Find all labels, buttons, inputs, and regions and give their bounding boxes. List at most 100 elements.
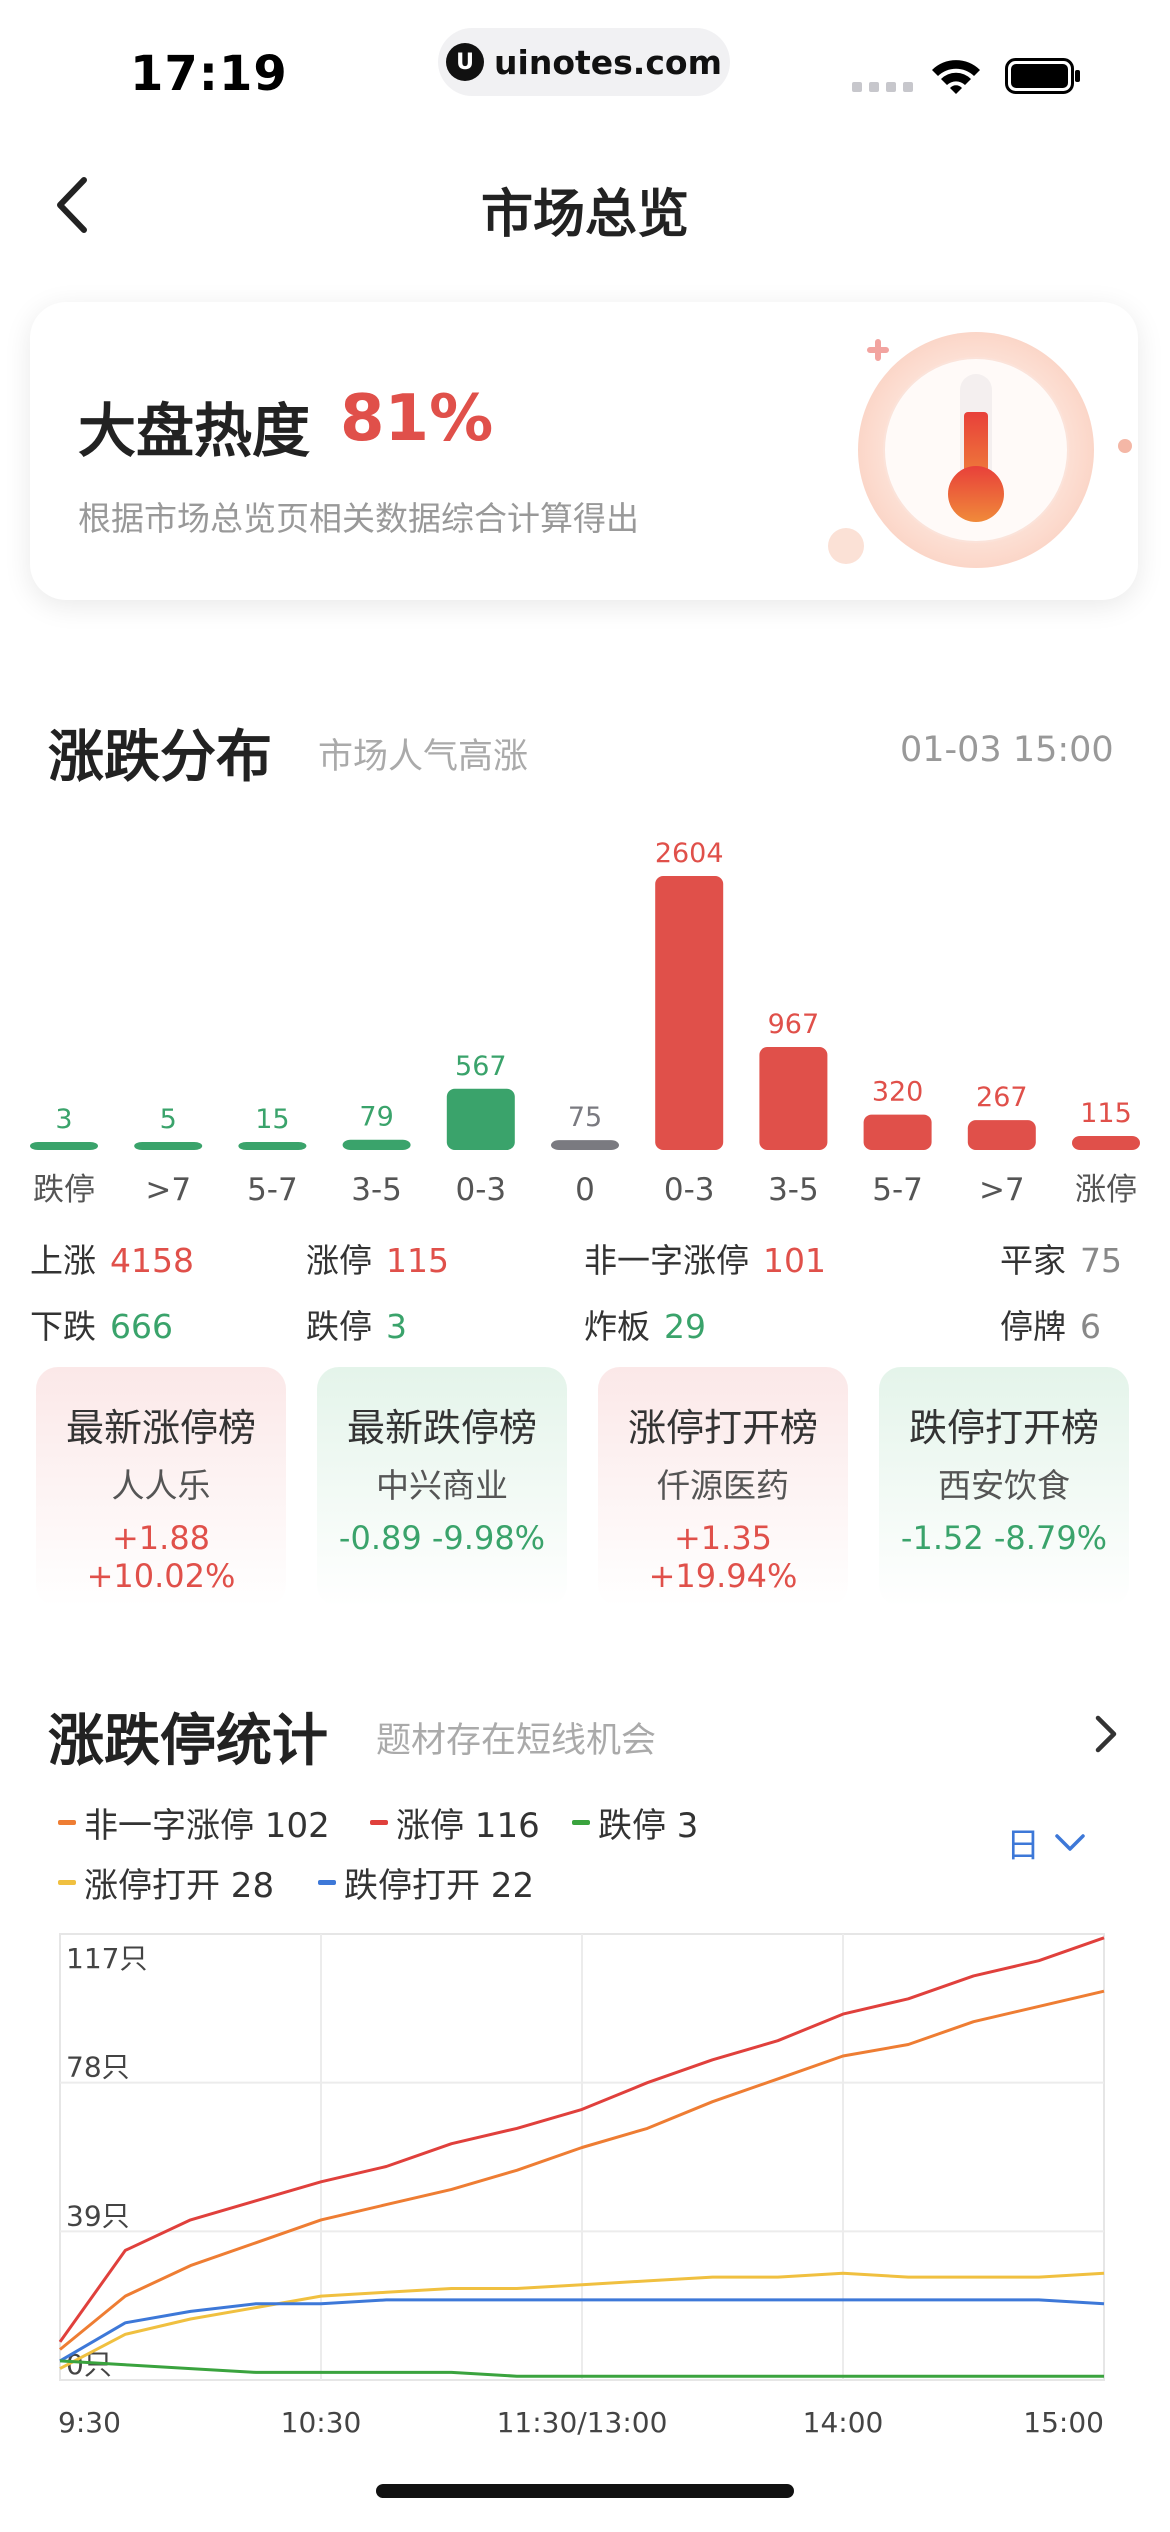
y-axis-tick-label: 39只 bbox=[66, 2199, 130, 2232]
distribution-bar-value: 567 bbox=[455, 1051, 507, 1082]
y-axis-tick-label: 117只 bbox=[66, 1942, 147, 1975]
heat-value: 81% bbox=[340, 382, 494, 456]
rank-card-change: +1.88 +10.02% bbox=[86, 1519, 236, 1595]
suspended-value: 6 bbox=[1080, 1307, 1101, 1346]
distribution-bar bbox=[1072, 1135, 1140, 1150]
distribution-category-label: 0 bbox=[575, 1172, 595, 1208]
distribution-bar-value: 3 bbox=[55, 1104, 72, 1135]
distribution-bar bbox=[134, 1142, 203, 1150]
distribution-bar bbox=[342, 1139, 411, 1150]
distribution-bar-value: 15 bbox=[255, 1104, 289, 1135]
limit-up-label: 涨停 bbox=[306, 1241, 372, 1280]
legend-label: 涨停 116 bbox=[396, 1806, 540, 1846]
fall-label: 下跌 bbox=[30, 1307, 96, 1346]
market-heat-card[interactable]: 大盘热度 81% 根据市场总览页相关数据综合计算得出 bbox=[30, 302, 1138, 600]
fall-value: 666 bbox=[110, 1307, 173, 1346]
distribution-bar bbox=[655, 876, 724, 1150]
distribution-time: 01-03 15:00 bbox=[900, 730, 1114, 770]
limit-down-label: 跌停 bbox=[306, 1307, 372, 1346]
period-selector[interactable]: 日 bbox=[1006, 1818, 1086, 1867]
distribution-category-label: 5-7 bbox=[872, 1172, 923, 1208]
distribution-subtitle: 市场人气高涨 bbox=[318, 737, 529, 777]
rank-card-change: -0.89 -9.98% bbox=[338, 1519, 546, 1557]
home-indicator bbox=[376, 2484, 794, 2498]
distribution-category-label: 0-3 bbox=[455, 1172, 506, 1208]
distribution-bar bbox=[759, 1046, 828, 1150]
rank-card-limit-up[interactable]: 最新涨停榜 人人乐 +1.88 +10.02% bbox=[36, 1367, 286, 1607]
broken-value: 29 bbox=[664, 1307, 706, 1346]
distribution-bar bbox=[238, 1142, 307, 1150]
distribution-bar bbox=[863, 1114, 932, 1150]
rank-card-stock: 中兴商业 bbox=[376, 1466, 508, 1505]
nav-bar: 市场总览 bbox=[0, 150, 1170, 260]
distribution-bar-value: 115 bbox=[1080, 1098, 1132, 1129]
page-title: 市场总览 bbox=[480, 185, 689, 245]
status-time: 17:19 bbox=[130, 46, 288, 102]
legend-swatch bbox=[58, 1820, 76, 1825]
limit-down-stat: 跌停 3 bbox=[306, 1300, 407, 1348]
legend-item[interactable]: 非一字涨停 102 bbox=[58, 1798, 330, 1847]
rank-card-change: +1.35 +19.94% bbox=[648, 1519, 798, 1595]
x-axis-tick-label: 11:30/13:00 bbox=[497, 2406, 668, 2439]
legend-swatch bbox=[572, 1820, 590, 1825]
distribution-bar-value: 79 bbox=[359, 1102, 393, 1133]
url-pill[interactable]: U uinotes.com bbox=[438, 28, 730, 96]
distribution-category-label: 涨停 bbox=[1075, 1172, 1137, 1208]
heat-subtitle: 根据市场总览页相关数据综合计算得出 bbox=[78, 499, 639, 538]
x-axis-tick-label: 10:30 bbox=[281, 2406, 362, 2439]
distribution-bar-value: 967 bbox=[768, 1009, 820, 1040]
site-logo-icon: U bbox=[446, 43, 485, 81]
legend-swatch bbox=[370, 1820, 388, 1825]
distribution-bar bbox=[30, 1142, 98, 1150]
limit-down-value: 3 bbox=[386, 1307, 407, 1346]
distribution-bar bbox=[967, 1120, 1036, 1150]
legend-item[interactable]: 涨停打开 28 bbox=[58, 1858, 274, 1907]
non-oneword-label: 非一字涨停 bbox=[584, 1241, 749, 1280]
rank-card-title: 跌停打开榜 bbox=[908, 1406, 1099, 1450]
stats-subtitle: 题材存在短线机会 bbox=[376, 1721, 657, 1761]
rise-label: 上涨 bbox=[30, 1241, 96, 1280]
rank-card-limit-up-open[interactable]: 涨停打开榜 仟源医药 +1.35 +19.94% bbox=[598, 1367, 848, 1607]
distribution-bar-value: 2604 bbox=[655, 838, 724, 869]
legend-item[interactable]: 涨停 116 bbox=[370, 1798, 540, 1847]
distribution-bar-value: 5 bbox=[160, 1104, 177, 1135]
thermometer-icon bbox=[828, 332, 1132, 568]
battery-icon bbox=[1005, 58, 1080, 94]
distribution-bar-value: 75 bbox=[568, 1102, 602, 1133]
legend-item[interactable]: 跌停打开 22 bbox=[318, 1858, 534, 1907]
rank-card-change: -1.52 -8.79% bbox=[900, 1519, 1108, 1557]
distribution-bar bbox=[446, 1088, 515, 1150]
legend-item[interactable]: 跌停 3 bbox=[572, 1798, 698, 1847]
broken-stat: 炸板 29 bbox=[584, 1300, 706, 1348]
flat-value: 75 bbox=[1080, 1241, 1122, 1280]
chevron-right-icon[interactable] bbox=[1090, 1712, 1120, 1756]
flat-stat: 平家 75 bbox=[1000, 1234, 1122, 1282]
distribution-category-label: 0-3 bbox=[664, 1172, 715, 1208]
rank-card-title: 最新跌停榜 bbox=[346, 1406, 537, 1450]
wifi-icon bbox=[932, 60, 980, 94]
distribution-category-label: 3-5 bbox=[768, 1172, 819, 1208]
rank-card-stock: 人人乐 bbox=[111, 1466, 211, 1505]
legend-swatch bbox=[58, 1880, 76, 1885]
rank-card-limit-down[interactable]: 最新跌停榜 中兴商业 -0.89 -9.98% bbox=[317, 1367, 567, 1607]
stats-title: 涨跌停统计 bbox=[48, 1709, 328, 1774]
suspended-label: 停牌 bbox=[1000, 1307, 1066, 1346]
flat-label: 平家 bbox=[1000, 1241, 1066, 1280]
x-axis-tick-label: 9:30 bbox=[58, 2406, 121, 2439]
limit-up-stat: 涨停 115 bbox=[306, 1234, 449, 1282]
distribution-bar-value: 320 bbox=[872, 1077, 924, 1108]
distribution-category-label: >7 bbox=[145, 1172, 191, 1208]
legend-label: 跌停打开 22 bbox=[344, 1866, 535, 1906]
rank-card-title: 最新涨停榜 bbox=[65, 1406, 256, 1450]
distribution-category-label: >7 bbox=[979, 1172, 1025, 1208]
rise-value: 4158 bbox=[110, 1241, 194, 1280]
status-bar: 17:19 U uinotes.com bbox=[0, 0, 1170, 130]
fall-stat: 下跌 666 bbox=[30, 1300, 173, 1348]
distribution-bar bbox=[551, 1140, 619, 1150]
rank-card-stock: 西安饮食 bbox=[938, 1466, 1070, 1505]
rank-card-limit-down-open[interactable]: 跌停打开榜 西安饮食 -1.52 -8.79% bbox=[879, 1367, 1129, 1607]
legend-label: 非一字涨停 102 bbox=[84, 1806, 330, 1846]
limit-stats-line-chart: 117只78只39只0只9:30 10:30 11:30/13:00 14:00 15:… bbox=[58, 1933, 1105, 2439]
url-text: uinotes.com bbox=[494, 42, 722, 82]
x-axis-tick-label: 14:00 bbox=[803, 2406, 884, 2439]
